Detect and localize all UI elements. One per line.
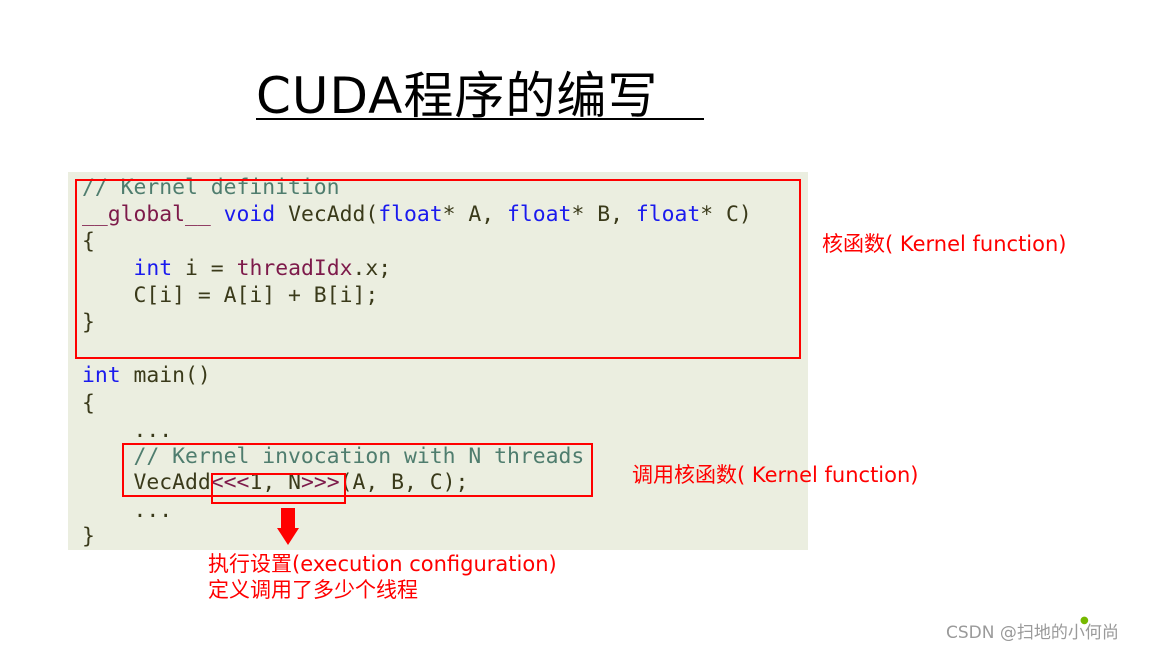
code-line: ... <box>82 418 173 443</box>
title-underline <box>256 118 704 120</box>
down-arrow-icon <box>277 508 299 545</box>
watermark: CSDN @扫地的小何尚 <box>946 623 1119 643</box>
code-line: ... <box>82 498 173 523</box>
execution-config-description: 定义调用了多少个线程 <box>208 578 418 602</box>
kernel-function-label: 核函数( Kernel function) <box>822 232 1067 256</box>
execution-config-highlight <box>211 473 346 504</box>
kernel-invocation-highlight <box>122 443 593 497</box>
code-token: int <box>82 363 121 388</box>
code-line: { <box>82 391 95 416</box>
code-line: } <box>82 524 95 549</box>
code-token: main() <box>120 363 211 388</box>
kernel-definition-highlight <box>75 179 801 359</box>
code-line: int main() <box>82 362 211 389</box>
call-kernel-label: 调用核函数( Kernel function) <box>632 463 919 487</box>
